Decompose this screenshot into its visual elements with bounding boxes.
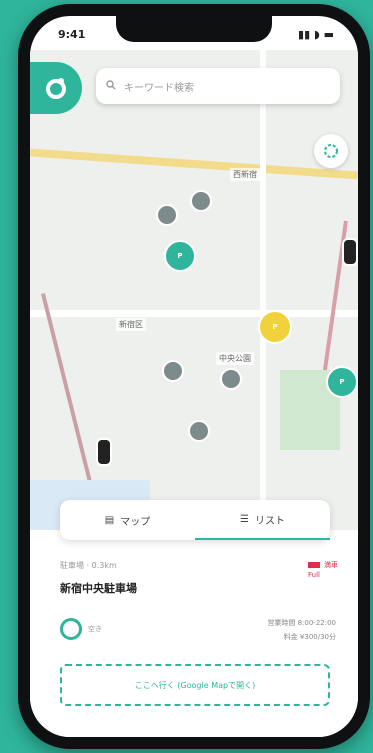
map-label: 新宿区 — [116, 318, 146, 331]
tab-list[interactable]: ☰ リスト — [195, 500, 330, 540]
badge-line1: 満車 — [324, 561, 338, 569]
app-logo[interactable] — [30, 62, 82, 114]
map-icon: ▤ — [104, 514, 115, 526]
badge-line2: Full — [308, 571, 320, 579]
logo-icon — [46, 78, 66, 99]
phone-frame: 9:41 ▮▮ ◗ ▬ 西新宿 新宿区 中央公園 P P P キーワード検索 ▤… — [18, 4, 370, 749]
hours-info: 営業時間 8:00-22:00 料金 ¥300/30分 — [267, 616, 336, 644]
current-location-button[interactable] — [314, 134, 348, 168]
station-subtitle: 駐車場 · 0.3km — [60, 561, 117, 570]
badge-dot — [308, 562, 320, 568]
vehicle-icon — [96, 438, 112, 466]
notch — [116, 16, 272, 42]
parking-pin-gray[interactable] — [156, 204, 178, 226]
tab-list-label: リスト — [254, 515, 285, 527]
parking-pin-available[interactable]: P — [326, 366, 358, 398]
search-icon — [106, 79, 116, 93]
road-vertical — [260, 50, 266, 530]
status-badge: 満車 Full — [308, 560, 338, 580]
hours-line: 営業時間 8:00-22:00 — [267, 619, 336, 627]
parking-pin-gray[interactable] — [190, 190, 212, 212]
parking-pin-available[interactable]: P — [164, 240, 196, 272]
parking-pin-gray[interactable] — [188, 420, 210, 442]
tab-map-label: マップ — [120, 516, 151, 528]
availability-ring-icon — [60, 618, 82, 640]
parking-pin-gray[interactable] — [162, 360, 184, 382]
vehicle-icon — [342, 238, 358, 266]
parking-pin-gray[interactable] — [220, 368, 242, 390]
view-tabs: ▤ マップ ☰ リスト — [60, 500, 330, 540]
app-screen: 9:41 ▮▮ ◗ ▬ 西新宿 新宿区 中央公園 P P P キーワード検索 ▤… — [30, 16, 358, 737]
road-horizontal — [30, 310, 358, 317]
tab-map[interactable]: ▤ マップ — [60, 500, 195, 540]
price-line: 料金 ¥300/30分 — [283, 633, 336, 641]
map-label: 中央公園 — [216, 352, 254, 365]
status-icons: ▮▮ ◗ ▬ — [298, 28, 334, 41]
status-time: 9:41 — [58, 28, 86, 41]
open-google-map-button[interactable]: ここへ行く (Google Mapで開く) — [60, 664, 330, 706]
parking-pin-selected[interactable]: P — [258, 310, 292, 344]
map-view[interactable]: 西新宿 新宿区 中央公園 P P P — [30, 50, 358, 530]
list-icon: ☰ — [240, 513, 249, 525]
availability-label: 空き — [88, 625, 102, 633]
map-label: 西新宿 — [230, 168, 260, 181]
location-icon — [324, 144, 338, 158]
search-bar[interactable]: キーワード検索 — [96, 68, 340, 104]
detail-panel: 駐車場 · 0.3km 新宿中央駐車場 満車 Full 空き 営業時間 8:00… — [30, 536, 358, 737]
station-name: 新宿中央駐車場 — [60, 582, 137, 595]
search-placeholder: キーワード検索 — [124, 82, 194, 94]
highway-road — [30, 148, 358, 180]
